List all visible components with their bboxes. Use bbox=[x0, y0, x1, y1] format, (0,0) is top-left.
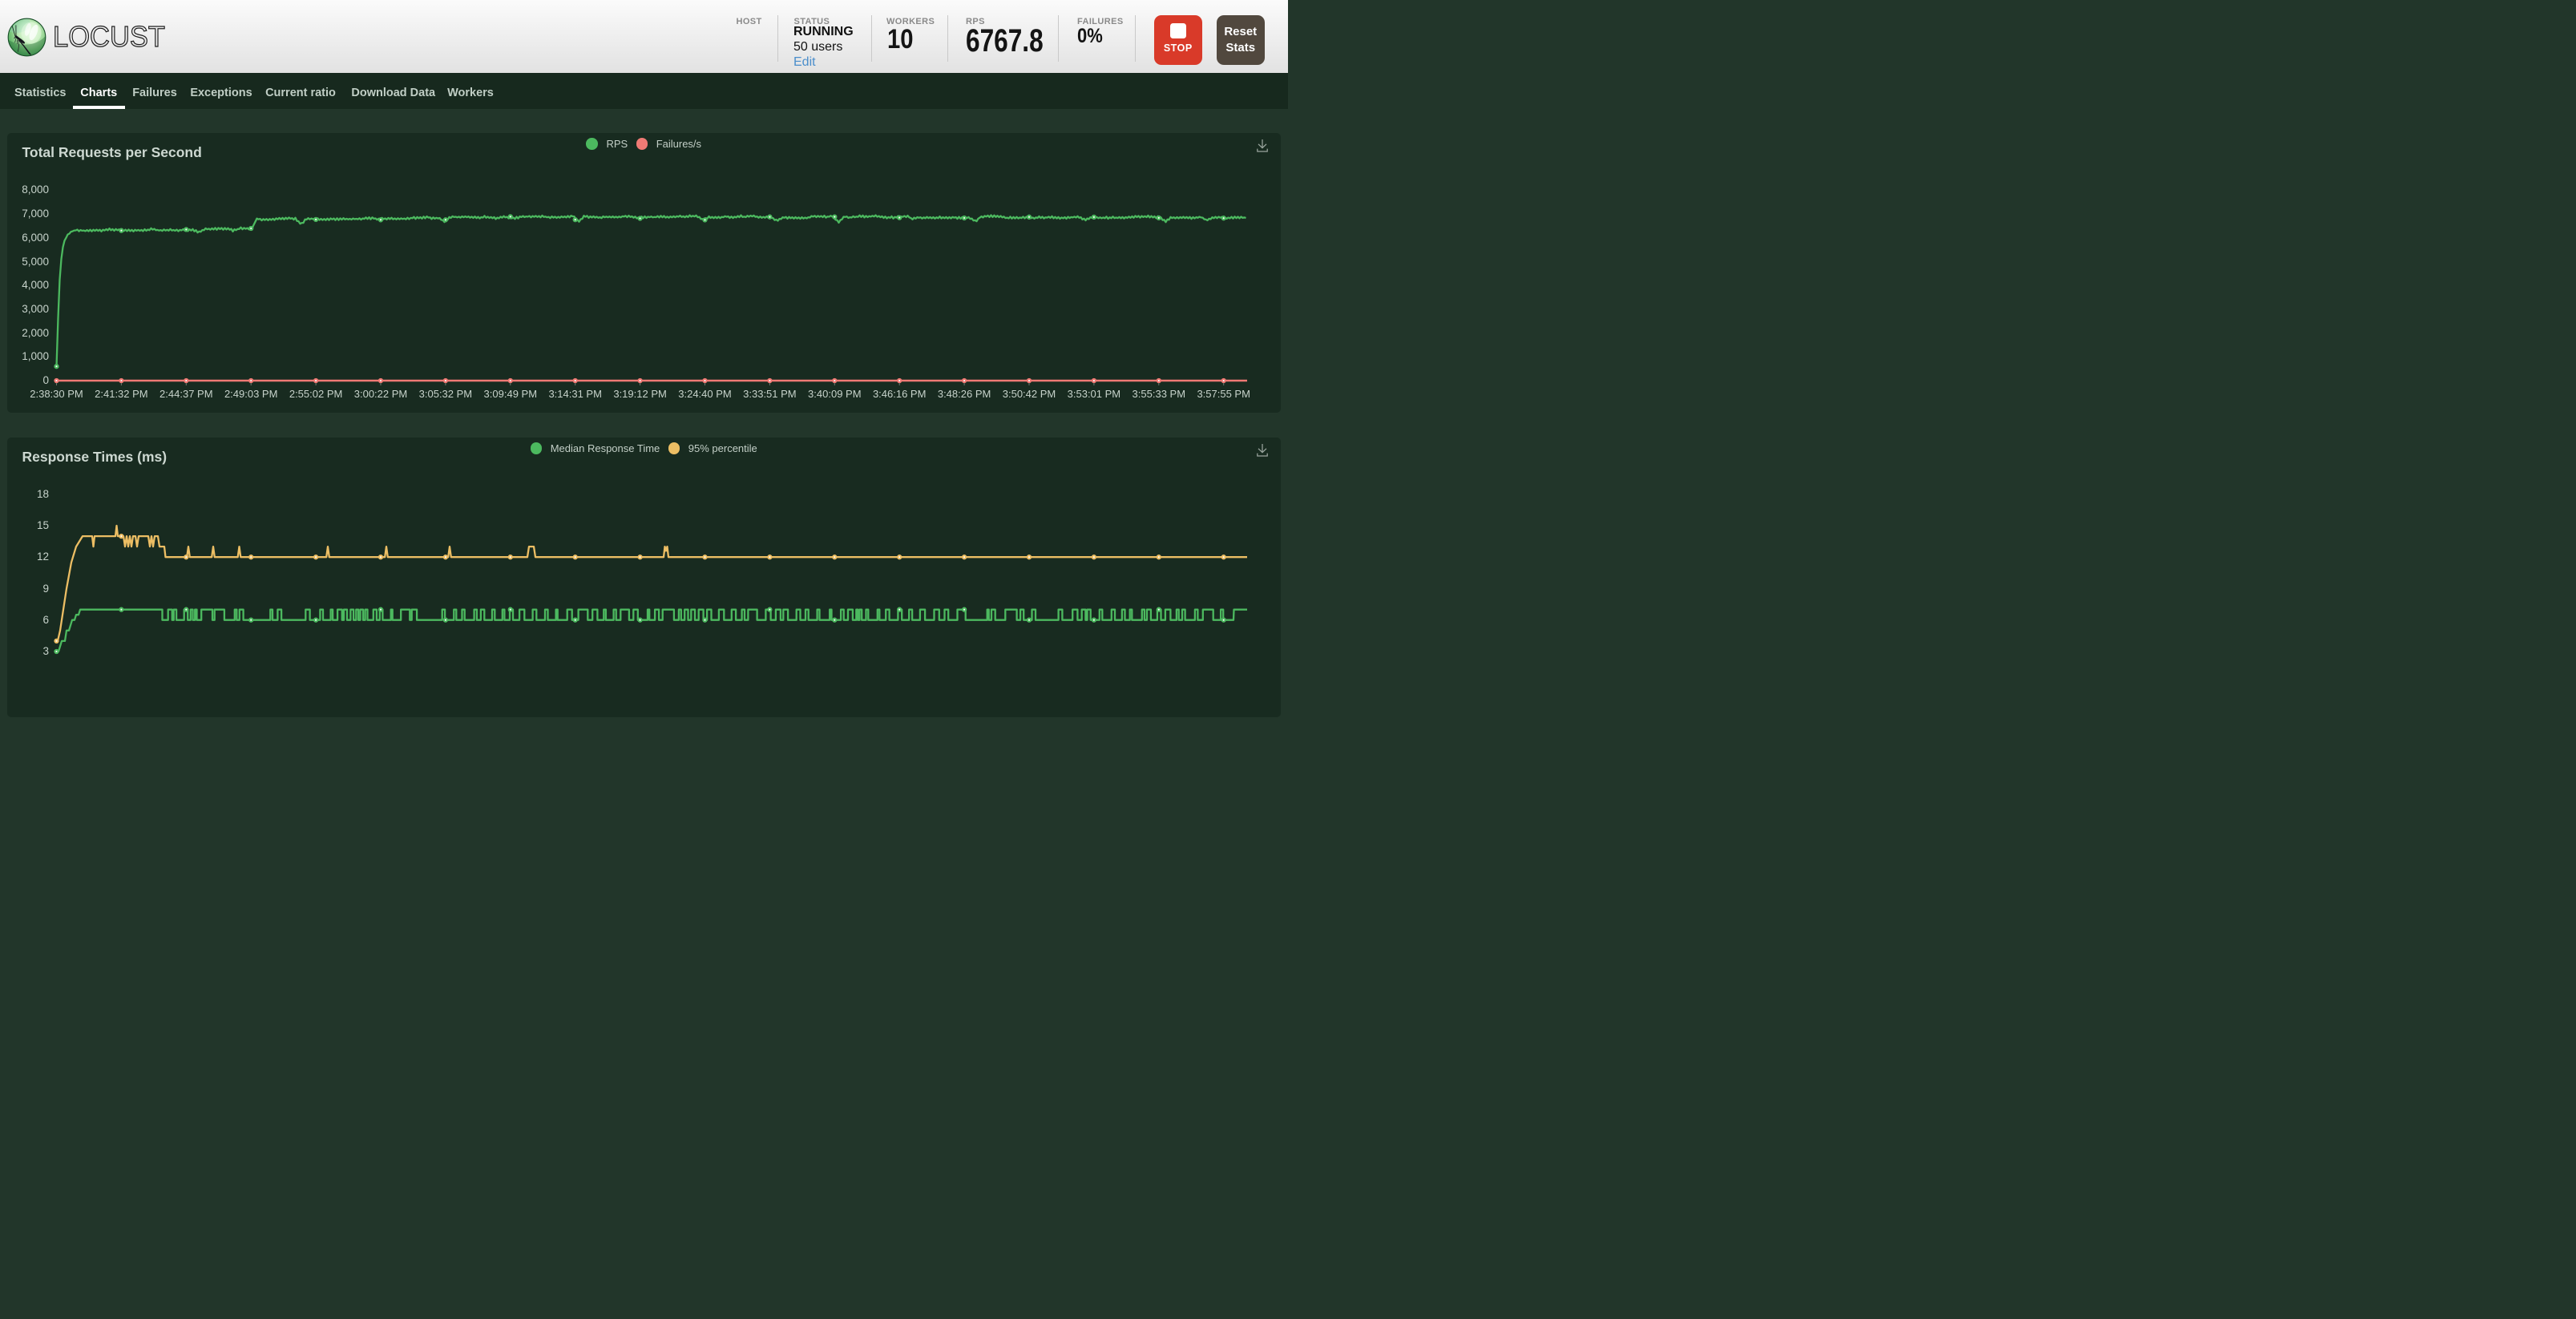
svg-text:LOCUST: LOCUST bbox=[53, 20, 165, 53]
